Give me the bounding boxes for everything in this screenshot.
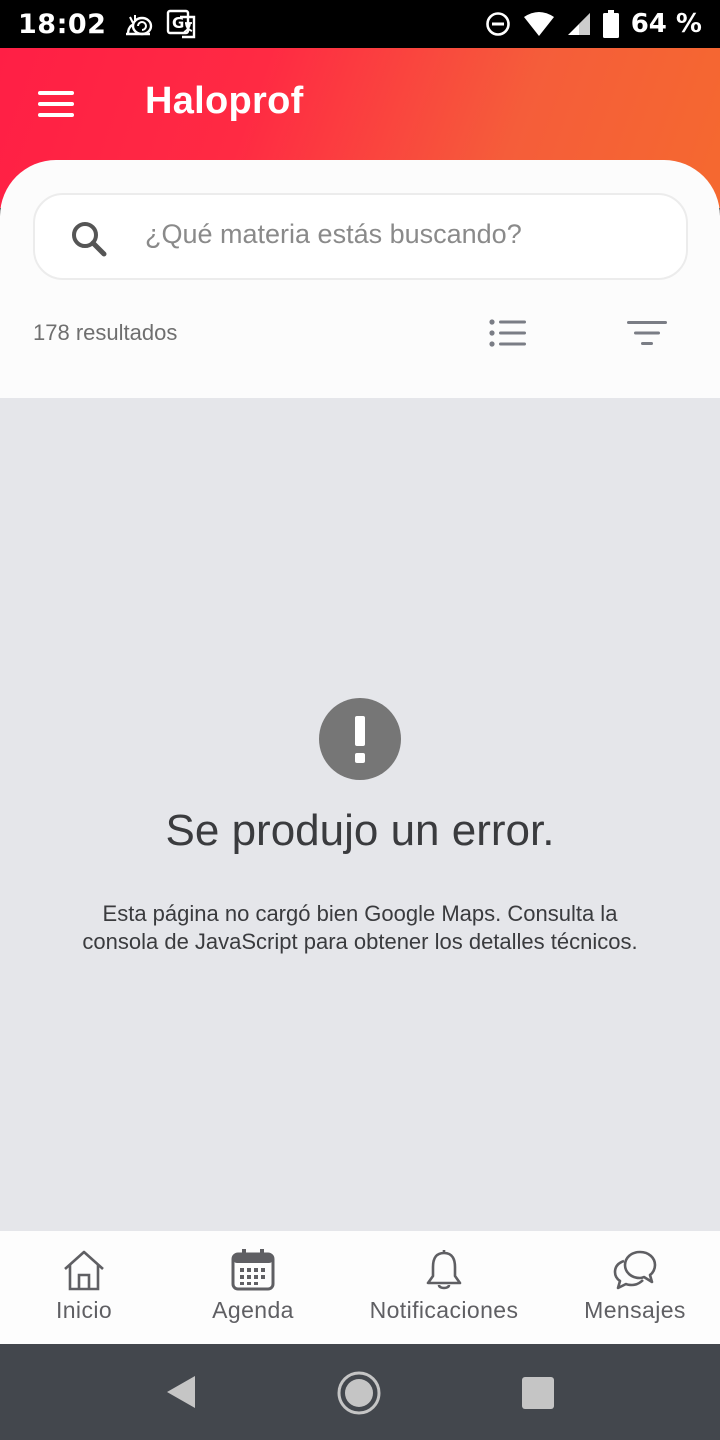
nav-label-notificaciones: Notificaciones bbox=[369, 1297, 519, 1323]
error-message: Esta página no cargó bien Google Maps. C… bbox=[82, 901, 638, 954]
nav-item-notificaciones[interactable]: Notificaciones bbox=[338, 1231, 550, 1344]
search-panel: ¿Qué materia estás buscando? 178 resulta… bbox=[0, 160, 720, 398]
battery-icon bbox=[602, 10, 619, 38]
do-not-disturb-icon bbox=[485, 12, 510, 36]
search-icon bbox=[72, 222, 107, 257]
status-bar: 18:02 G 64 % bbox=[0, 0, 720, 48]
nav-item-agenda[interactable]: Agenda bbox=[168, 1231, 338, 1344]
app-title: Haloprof bbox=[145, 80, 304, 122]
hamburger-menu-icon[interactable] bbox=[28, 84, 84, 124]
search-input[interactable]: ¿Qué materia estás buscando? bbox=[33, 193, 688, 280]
recent-apps-icon[interactable] bbox=[522, 1377, 554, 1409]
battery-percentage: 64 % bbox=[630, 9, 702, 39]
nav-label-mensajes: Mensajes bbox=[584, 1297, 686, 1323]
calendar-icon bbox=[231, 1249, 275, 1291]
error-title: Se produjo un error. bbox=[165, 806, 555, 855]
signal-icon bbox=[567, 13, 590, 35]
search-placeholder: ¿Qué materia estás buscando? bbox=[145, 219, 522, 249]
filter-icon[interactable] bbox=[625, 317, 669, 349]
home-icon bbox=[64, 1250, 104, 1291]
chat-bubbles-icon bbox=[613, 1250, 657, 1290]
snail-icon bbox=[126, 15, 153, 36]
bottom-navigation: Inicio Agenda Notificaciones Mensajes bbox=[0, 1231, 720, 1344]
translate-icon: G bbox=[167, 9, 196, 39]
results-count: 178 resultados bbox=[33, 320, 178, 345]
status-notification-icons: G bbox=[124, 9, 196, 39]
status-time: 18:02 bbox=[18, 8, 107, 40]
error-exclamation-icon bbox=[319, 698, 401, 780]
nav-item-mensajes[interactable]: Mensajes bbox=[550, 1231, 720, 1344]
map-area: Se produjo un error. Esta página no carg… bbox=[0, 398, 720, 1231]
back-icon[interactable] bbox=[163, 1374, 199, 1410]
wifi-icon bbox=[523, 12, 554, 36]
system-navigation-bar bbox=[0, 1344, 720, 1440]
list-view-icon[interactable] bbox=[487, 317, 529, 349]
status-system-icons: 64 % bbox=[485, 9, 702, 39]
nav-item-inicio[interactable]: Inicio bbox=[0, 1231, 168, 1344]
home-circle-icon[interactable] bbox=[336, 1370, 382, 1416]
nav-label-agenda: Agenda bbox=[212, 1297, 294, 1323]
nav-label-inicio: Inicio bbox=[55, 1297, 113, 1323]
bell-icon bbox=[426, 1250, 462, 1290]
